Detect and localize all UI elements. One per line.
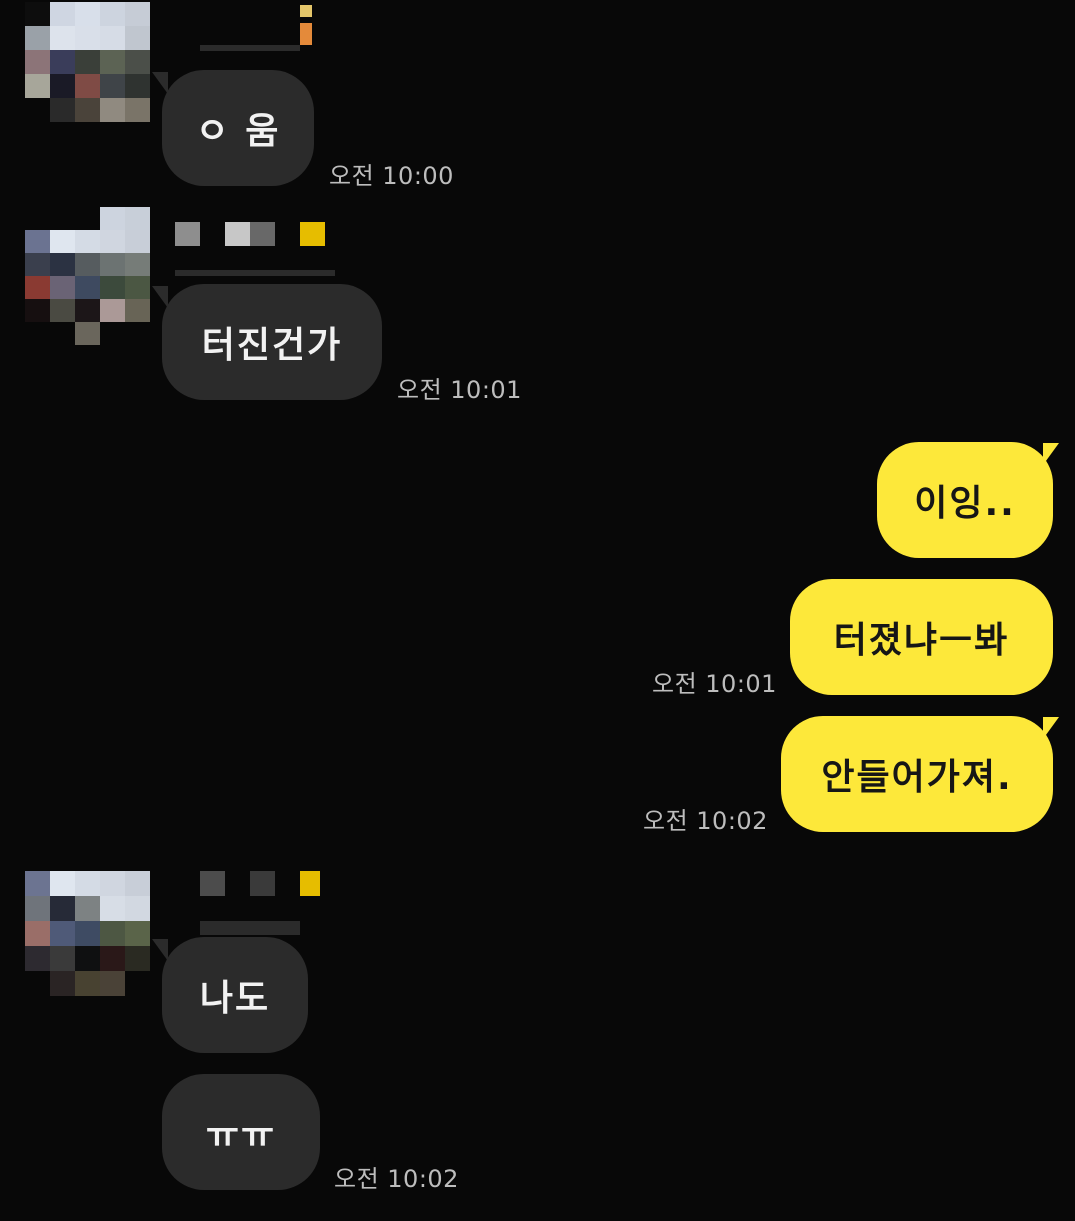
bubble-tail: [152, 286, 168, 308]
message-text: 터졌냐ㅡ봐: [833, 620, 1010, 661]
message-text: ㅇ 움: [195, 111, 281, 152]
message-text: 터진건가: [201, 325, 343, 366]
message-time: 오전 10:01: [397, 376, 522, 404]
message-time: 오전 10:02: [334, 1165, 459, 1193]
message-bubble[interactable]: ㅇ 움: [162, 70, 314, 186]
message-text: 이잉..: [914, 483, 1016, 524]
message-bubble[interactable]: 이잉..: [877, 442, 1053, 558]
message-text: ㅠㅠ: [205, 1115, 277, 1156]
message-bubble[interactable]: 터진건가: [162, 284, 382, 400]
sender-name: [200, 871, 330, 937]
message-bubble[interactable]: 터졌냐ㅡ봐: [790, 579, 1053, 695]
bubble-tail: [152, 72, 168, 94]
message-time: 오전 10:02: [643, 807, 768, 835]
message-time: 오전 10:00: [329, 162, 454, 190]
avatar[interactable]: [25, 207, 150, 345]
message-time: 오전 10:01: [652, 670, 777, 698]
message-bubble[interactable]: ㅠㅠ: [162, 1074, 320, 1190]
sender-name: [200, 5, 320, 53]
message-bubble[interactable]: 안들어가져.: [781, 716, 1053, 832]
avatar[interactable]: [25, 871, 150, 996]
avatar[interactable]: [25, 2, 150, 122]
sender-name: [175, 220, 345, 280]
bubble-tail: [152, 939, 168, 961]
message-text: 안들어가져.: [821, 757, 1013, 798]
message-text: 나도: [199, 978, 271, 1019]
message-bubble[interactable]: 나도: [162, 937, 308, 1053]
